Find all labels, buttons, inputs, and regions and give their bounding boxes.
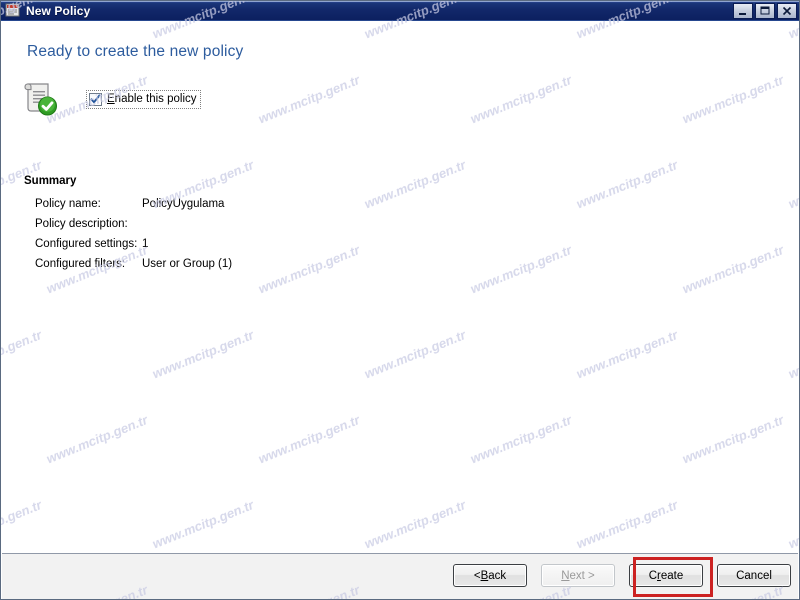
summary-label: Policy description: [35,218,128,230]
create-label-post: eate [660,569,684,582]
maximize-button[interactable] [755,3,775,19]
create-button[interactable]: Cr eate [629,564,703,587]
summary-row-policy-name: Policy name: PolicyUygulama [35,198,465,218]
close-button[interactable] [777,3,797,19]
enable-policy-checkbox[interactable]: Enable this policy [86,89,201,109]
new-policy-wizard-window: New Policy Ready to create the new polic… [0,0,800,600]
summary-row-policy-description: Policy description: [35,218,465,238]
checkmark-icon [90,93,101,104]
enable-policy-label: Enable this policy [107,93,197,105]
back-label-post: ack [488,569,507,582]
summary-value: PolicyUygulama [142,198,225,210]
policy-document-icon [5,3,21,18]
window-title: New Policy [26,3,91,18]
summary-row-configured-settings: Configured settings: 1 [35,238,465,258]
minimize-icon [739,13,746,15]
minimize-button[interactable] [733,3,753,19]
policy-created-icon [22,82,58,116]
back-label-pre: < [473,569,481,582]
next-label-post: ext > [569,569,595,582]
page-title: Ready to create the new policy [27,43,244,60]
summary-value: User or Group (1) [142,258,233,270]
next-button: Next > [541,564,615,587]
wizard-footer: < Back Next > Cr eate Cancel [2,554,798,599]
close-icon [782,6,792,16]
titlebar-button-group [733,3,797,19]
cancel-label: Cancel [736,569,772,582]
summary-label: Policy name: [35,198,101,210]
enable-policy-row: Enable this policy [22,82,201,116]
back-accel-char: B [480,569,489,582]
window-titlebar: New Policy [1,1,799,21]
summary-row-configured-filters: Configured filters: User or Group (1) [35,258,465,278]
cancel-button[interactable]: Cancel [717,564,791,587]
checkbox-box[interactable] [89,92,102,106]
summary-label: Configured filters: [35,258,126,270]
titlebar-highlight [1,1,799,2]
summary-heading: Summary [24,175,77,187]
enable-accel-char: E [107,93,115,105]
enable-label-rest: nable this policy [114,93,197,105]
next-accel-char: N [561,569,570,582]
footer-button-group: < Back Next > Cr eate Cancel [453,564,791,587]
maximize-icon [760,6,770,15]
summary-value: 1 [142,238,149,250]
back-button[interactable]: < Back [453,564,527,587]
create-label-pre: C [648,569,658,582]
summary-label: Configured settings: [35,238,138,250]
wizard-content-pane: Ready to create the new policy Enable th… [2,22,798,553]
summary-list: Policy name: PolicyUygulama Policy descr… [35,198,465,278]
